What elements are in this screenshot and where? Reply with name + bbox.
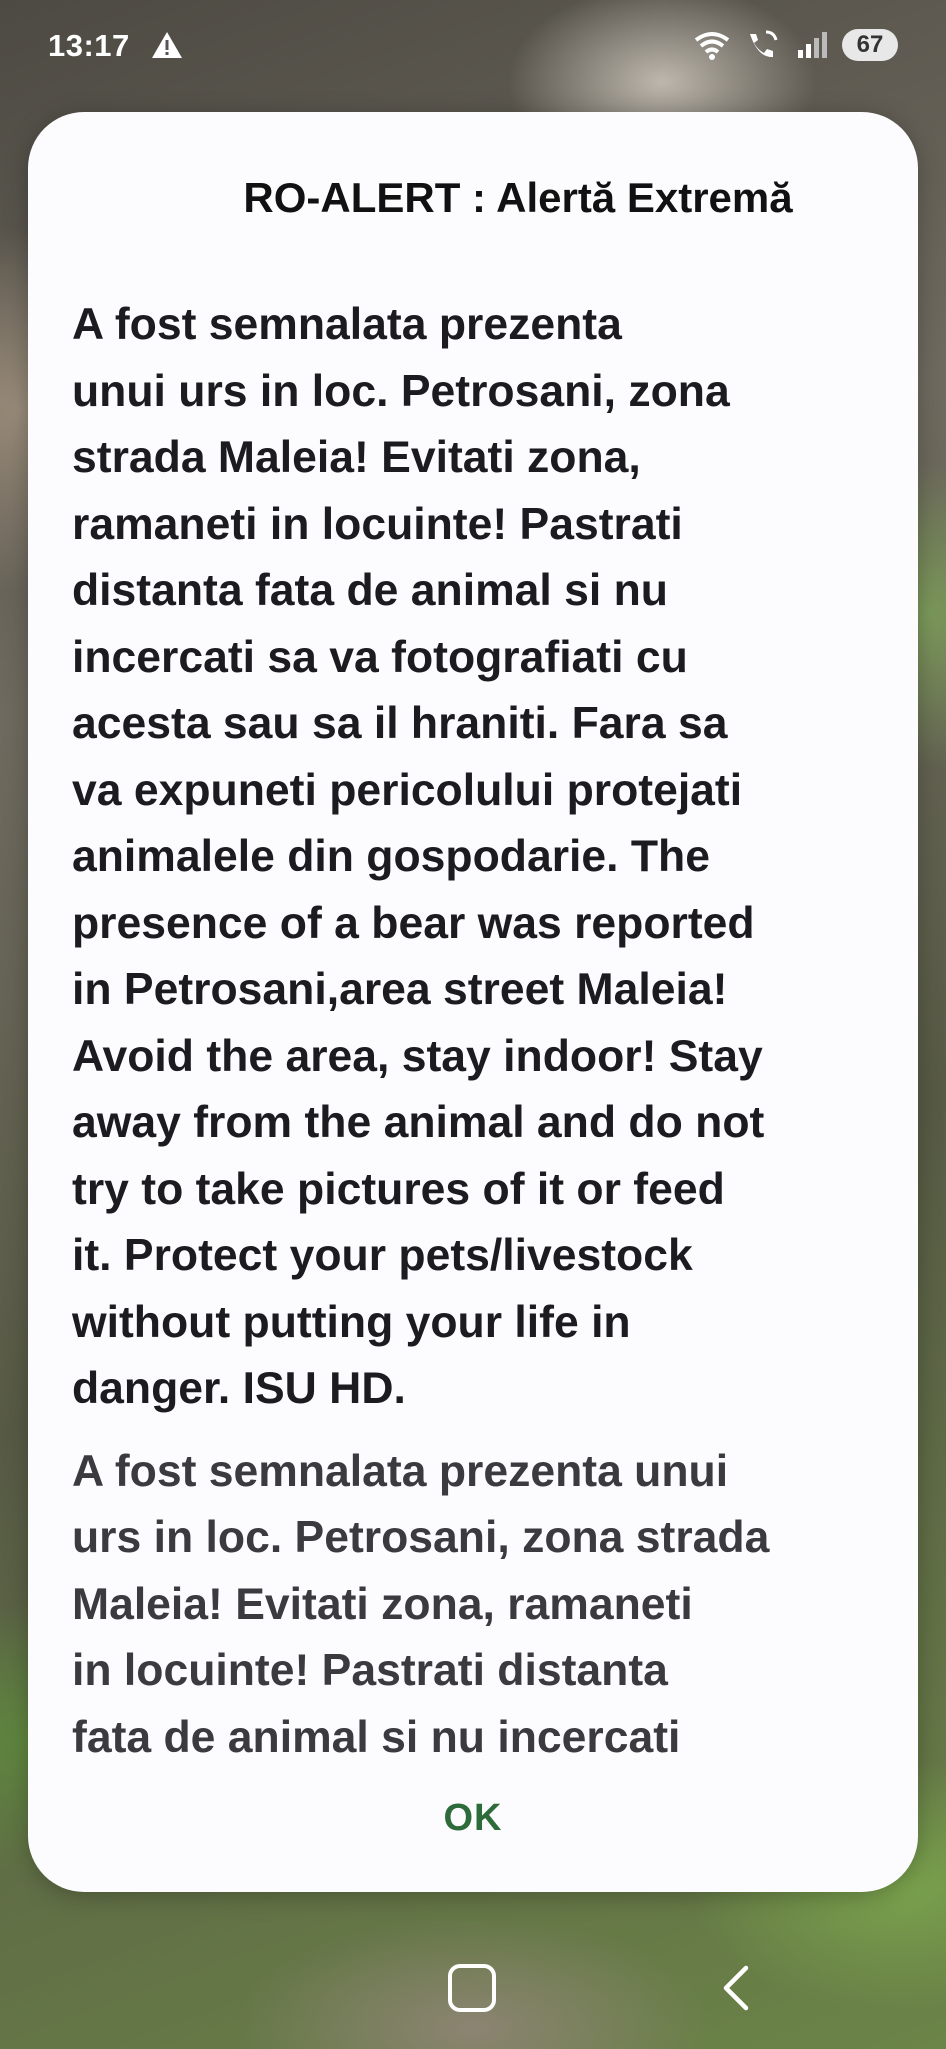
dialog-title: RO-ALERT : Alertă Extremă — [243, 174, 793, 221]
status-time: 13:17 — [48, 28, 130, 63]
alert-message-scroll[interactable]: A fost semnalata prezenta unui urs in lo… — [72, 292, 874, 1872]
wifi-call-icon — [750, 30, 778, 58]
alert-message-text-secondary: A fost semnalata prezenta unui urs in lo… — [72, 1446, 770, 1762]
alert-message-text: A fost semnalata prezenta unui urs in lo… — [72, 300, 765, 1413]
wifi-icon — [694, 32, 730, 60]
ok-button[interactable]: OK — [28, 1797, 918, 1840]
battery-indicator: 67 — [842, 29, 898, 61]
signal-icon — [798, 32, 827, 58]
back-icon[interactable] — [718, 1962, 754, 2014]
alert-dialog: RO-ALERT : Alertă Extremă A fost semnala… — [28, 112, 918, 1892]
warning-triangle-icon — [152, 32, 182, 58]
navigation-bar — [0, 1930, 946, 2049]
status-bar: 13:17 67 — [0, 0, 946, 96]
home-icon[interactable] — [448, 1964, 496, 2012]
status-icons: 67 — [692, 28, 898, 62]
